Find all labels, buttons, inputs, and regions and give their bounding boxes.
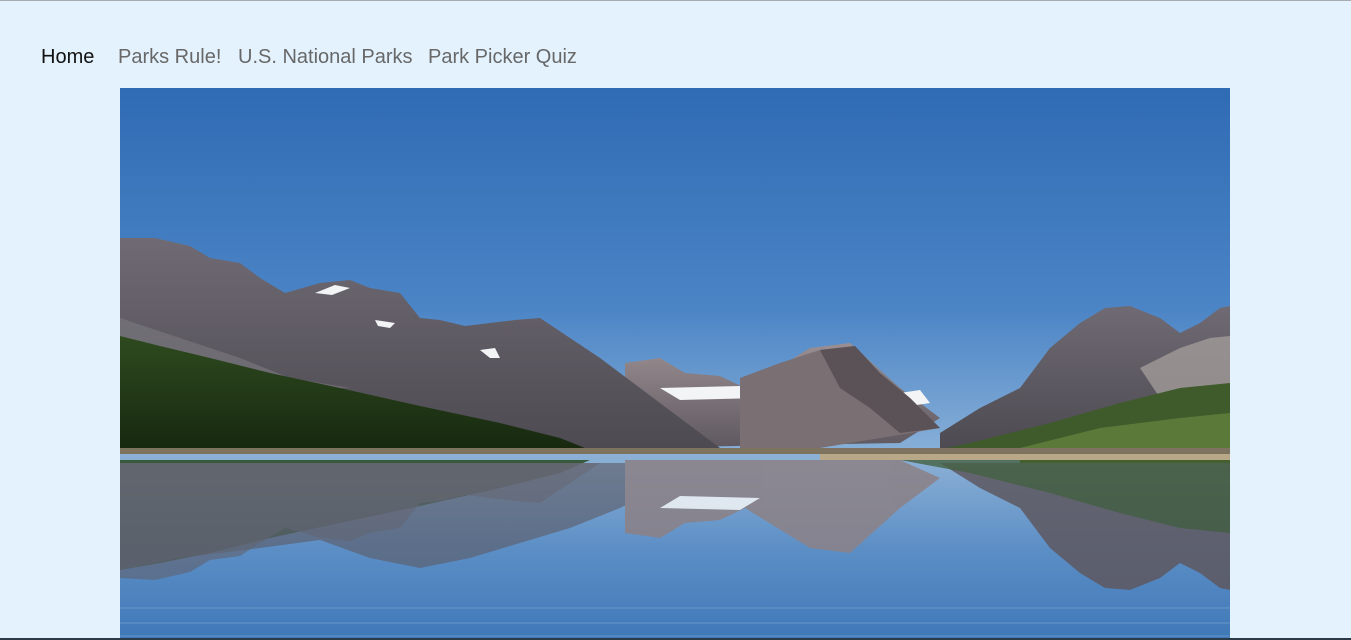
nav-home[interactable]: Home xyxy=(41,44,94,70)
nav-park-picker-quiz[interactable]: Park Picker Quiz xyxy=(428,44,577,70)
nav-parks-rule[interactable]: Parks Rule! xyxy=(118,44,221,70)
top-border xyxy=(0,0,1351,1)
hero-image xyxy=(120,88,1230,640)
nav-us-national-parks[interactable]: U.S. National Parks xyxy=(238,44,413,70)
